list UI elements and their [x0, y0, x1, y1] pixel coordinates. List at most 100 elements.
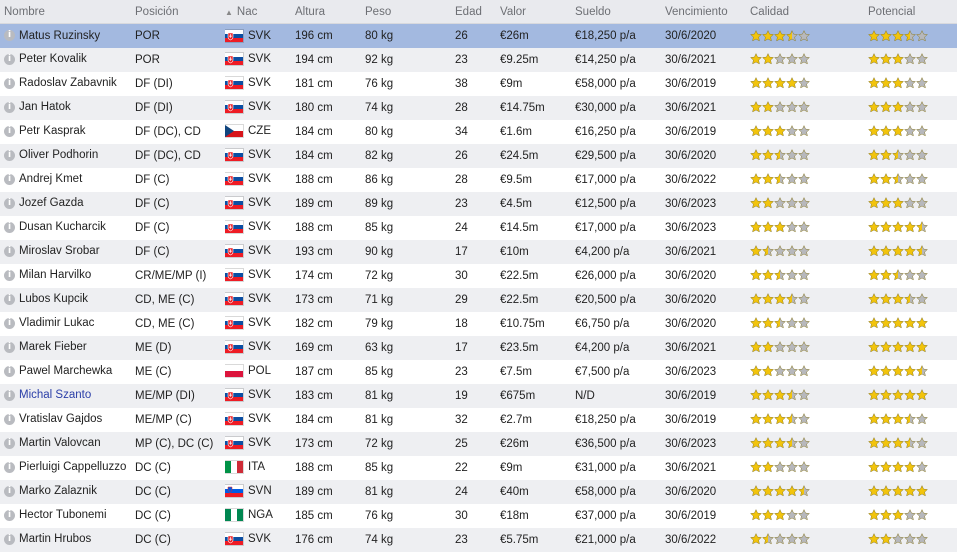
info-icon[interactable]: i [4, 245, 15, 257]
player-row[interactable]: i Vratislav Gajdos ME/MP (C) SVK 184 cm 81 kg… [0, 408, 957, 432]
player-row[interactable]: i Pierluigi Cappelluzzo DC (C) ITA 188 cm 85 … [0, 456, 957, 480]
player-row[interactable]: i Matus Ruzinsky POR SVK 196 cm 80 kg 26 €26m €1… [0, 23, 957, 48]
player-name[interactable]: Peter Kovalik [19, 53, 87, 65]
player-row[interactable]: i Hector Tubonemi DC (C) NGA 185 cm 76 kg 30 €1… [0, 504, 957, 528]
player-name[interactable]: Andrej Kmet [19, 173, 82, 185]
player-height: 174 cm [295, 269, 333, 282]
player-row[interactable]: i Lubos Kupcik CD, ME (C) SVK 173 cm 71 kg 29 €… [0, 287, 957, 312]
info-icon[interactable]: i [4, 30, 15, 42]
star-icon [750, 485, 762, 497]
info-icon[interactable]: i [4, 173, 15, 185]
player-row[interactable]: i Marko Zalaznik DC (C) SVN 189 cm 81 kg 24 €40… [0, 479, 957, 504]
player-name[interactable]: Miroslav Srobar [19, 245, 100, 257]
header-expiry[interactable]: Vencimiento [665, 0, 750, 24]
info-icon[interactable]: i [4, 437, 15, 449]
header-age[interactable]: Edad [455, 0, 500, 24]
player-row[interactable]: i Vladimir Lukac CD, ME (C) SVK 182 cm 79 kg 1… [0, 312, 957, 336]
star-icon [916, 173, 928, 185]
table-header-row: Nombre Posición ▲ Nac Altura Peso Edad Va… [0, 0, 957, 24]
header-weight[interactable]: Peso [365, 0, 455, 24]
player-row[interactable]: i Marek Fieber ME (D) SVK 169 cm 63 kg 17 €23.5… [0, 335, 957, 360]
header-potential[interactable]: Potencial [868, 0, 957, 24]
player-row[interactable]: i Jan Hatok DF (DI) SVK 180 cm 74 kg 28 €14.75m… [0, 95, 957, 120]
player-row[interactable]: i Jozef Gazda DF (C) SVK 189 cm 89 kg 23 €4.5m €… [0, 191, 957, 216]
player-name[interactable]: Jozef Gazda [19, 197, 84, 209]
info-icon[interactable]: i [4, 389, 15, 401]
star-icon [762, 413, 774, 425]
header-name[interactable]: Nombre [0, 0, 135, 24]
header-nation[interactable]: ▲ Nac [225, 0, 295, 24]
player-name[interactable]: Petr Kasprak [19, 125, 85, 137]
player-name[interactable]: Dusan Kucharcik [19, 221, 106, 233]
star-icon [916, 533, 928, 545]
player-row[interactable]: i Radoslav Zabavnik DF (DI) SVK 181 cm 76 kg 3… [0, 72, 957, 96]
info-icon[interactable]: i [4, 461, 15, 473]
player-name[interactable]: Oliver Podhorin [19, 149, 98, 161]
player-name[interactable]: Michal Szanto [19, 389, 91, 401]
star-icon [798, 533, 810, 545]
flag-icon [225, 389, 243, 402]
player-name[interactable]: Martin Hrubos [19, 533, 91, 545]
info-icon[interactable]: i [4, 509, 15, 521]
player-nation: NGA [248, 509, 273, 522]
potential-stars [868, 125, 928, 137]
player-name[interactable]: Lubos Kupcik [19, 293, 88, 305]
player-name[interactable]: Radoslav Zabavnik [19, 77, 117, 89]
player-name[interactable]: Marko Zalaznik [19, 485, 97, 497]
player-name[interactable]: Pierluigi Cappelluzzo [19, 461, 126, 473]
player-name[interactable]: Marek Fieber [19, 341, 87, 353]
player-row[interactable]: i Andrej Kmet DF (C) SVK 188 cm 86 kg 28 €9.5m €… [0, 168, 957, 192]
info-icon[interactable]: i [4, 101, 15, 113]
star-icon [904, 461, 916, 473]
player-row[interactable]: i Michal Szanto ME/MP (DI) SVK 183 cm 81 kg 19… [0, 383, 957, 408]
header-height[interactable]: Altura [295, 0, 365, 24]
player-row[interactable]: i Martin Hrubos DC (C) SVK 176 cm 74 kg 23 €5.7… [0, 527, 957, 552]
player-row[interactable]: i Petr Kasprak DF (DC), CD CZE 184 cm 80 kg 34… [0, 120, 957, 144]
star-icon [892, 149, 904, 161]
info-icon[interactable]: i [4, 413, 15, 425]
player-name[interactable]: Pawel Marchewka [19, 365, 112, 377]
player-wage: €31,000 p/a [575, 461, 636, 474]
header-ability[interactable]: Calidad [750, 0, 868, 24]
player-row[interactable]: i Miroslav Srobar DF (C) SVK 193 cm 90 kg 17 €1… [0, 239, 957, 264]
header-position[interactable]: Posición [135, 0, 225, 24]
info-icon[interactable]: i [4, 485, 15, 497]
info-icon[interactable]: i [4, 149, 15, 161]
info-icon[interactable]: i [4, 533, 15, 545]
star-icon [750, 365, 762, 377]
player-row[interactable]: i Martin Valovcan MP (C), DC (C) SVK 173 cm 7… [0, 431, 957, 456]
player-name[interactable]: Milan Harvilko [19, 269, 91, 281]
player-value: €10m [500, 245, 529, 258]
player-row[interactable]: i Oliver Podhorin DF (DC), CD SVK 184 cm 82 k… [0, 143, 957, 168]
player-row[interactable]: i Milan Harvilko CR/ME/MP (I) SVK 174 cm 72 k… [0, 264, 957, 288]
player-name[interactable]: Vladimir Lukac [19, 317, 94, 329]
player-name[interactable]: Jan Hatok [19, 101, 71, 113]
info-icon[interactable]: i [4, 365, 15, 377]
player-row[interactable]: i Dusan Kucharcik DF (C) SVK 188 cm 85 kg 24 €1… [0, 216, 957, 240]
star-icon [786, 29, 798, 42]
player-name[interactable]: Matus Ruzinsky [19, 30, 100, 42]
player-wage: €7,500 p/a [575, 365, 630, 378]
info-icon[interactable]: i [4, 197, 15, 209]
star-icon [774, 485, 786, 497]
player-name[interactable]: Martin Valovcan [19, 437, 101, 449]
info-icon[interactable]: i [4, 125, 15, 137]
player-row[interactable]: i Peter Kovalik POR SVK 194 cm 92 kg 23 €9.25m €… [0, 47, 957, 72]
info-icon[interactable]: i [4, 221, 15, 233]
header-wage[interactable]: Sueldo [575, 0, 665, 24]
info-icon[interactable]: i [4, 77, 15, 89]
info-icon[interactable]: i [4, 317, 15, 329]
player-position: CR/ME/MP (I) [135, 269, 207, 282]
player-wage: €30,000 p/a [575, 101, 636, 114]
player-nation-cell: SVK [225, 336, 295, 360]
player-expiry: 30/6/2023 [665, 365, 717, 378]
info-icon[interactable]: i [4, 341, 15, 353]
info-icon[interactable]: i [4, 53, 15, 65]
player-row[interactable]: i Pawel Marchewka ME (C) POL 187 cm 85 kg 23 €7… [0, 360, 957, 384]
player-name[interactable]: Hector Tubonemi [19, 509, 107, 521]
flag-icon [225, 245, 243, 258]
info-icon[interactable]: i [4, 293, 15, 305]
player-name[interactable]: Vratislav Gajdos [19, 413, 102, 425]
info-icon[interactable]: i [4, 269, 15, 281]
header-value[interactable]: Valor [500, 0, 575, 24]
